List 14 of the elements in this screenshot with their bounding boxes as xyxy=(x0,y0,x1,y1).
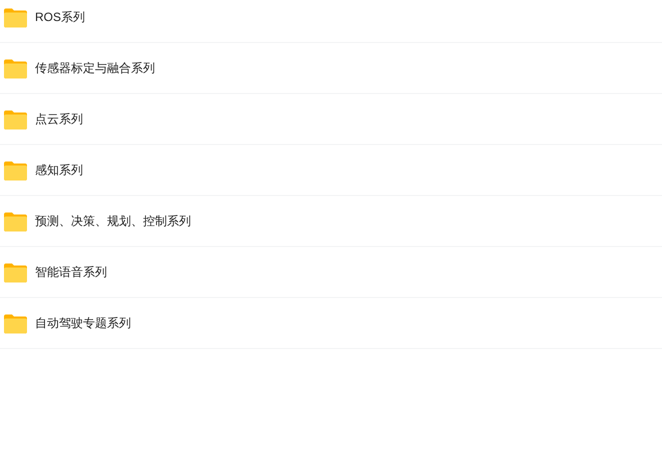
folder-name[interactable]: 智能语音系列 xyxy=(35,264,107,280)
folder-name[interactable]: 感知系列 xyxy=(35,162,83,178)
folder-icon xyxy=(3,312,28,334)
folder-icon xyxy=(3,108,28,130)
folder-icon xyxy=(3,58,28,78)
folder-icon xyxy=(3,6,28,28)
folder-name[interactable]: 点云系列 xyxy=(35,110,83,128)
folder-name[interactable]: 预测、决策、规划、控制系列 xyxy=(35,212,191,230)
folder-icon xyxy=(3,160,28,180)
folder-icon xyxy=(3,262,28,282)
folder-icon xyxy=(3,210,28,232)
folder-name[interactable]: 传感器标定与融合系列 xyxy=(35,60,155,76)
folder-name[interactable]: 自动驾驶专题系列 xyxy=(35,314,131,332)
folder-name[interactable]: ROS系列 xyxy=(35,8,86,26)
